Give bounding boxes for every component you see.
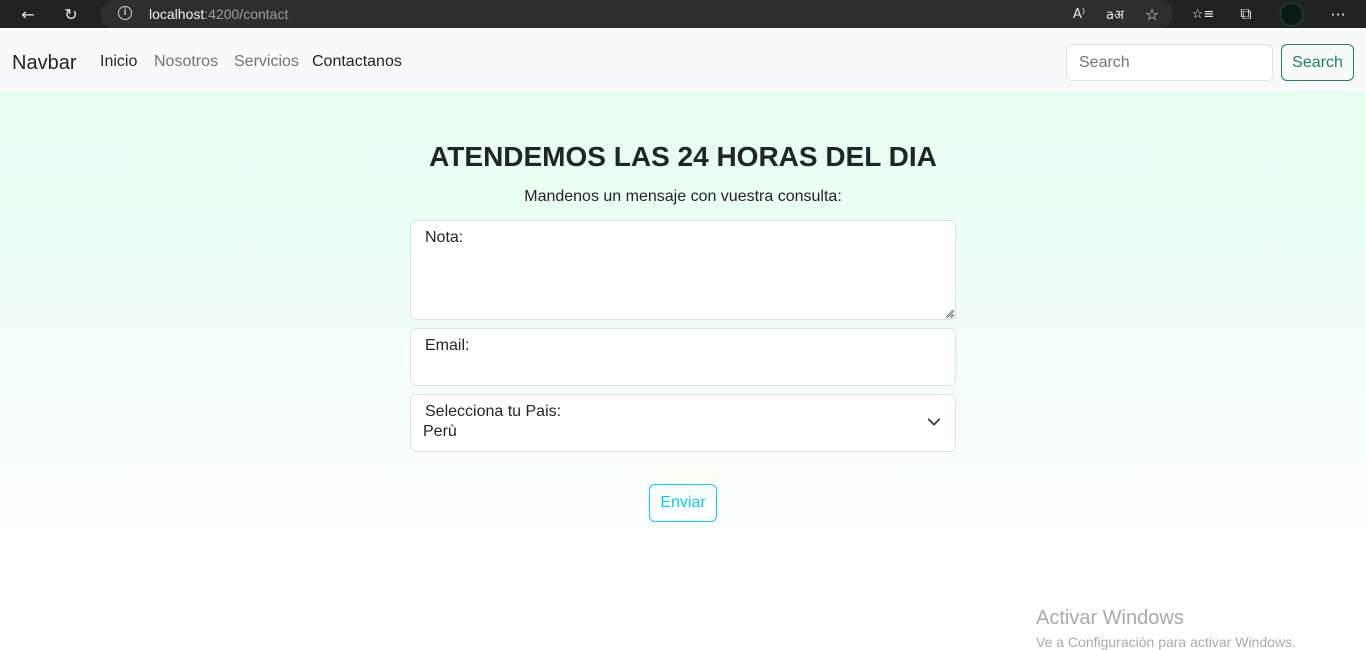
url-path: :4200/contact <box>204 6 289 22</box>
site-info-icon[interactable]: i <box>118 6 132 20</box>
add-favorite-icon[interactable]: ☆ <box>1141 3 1163 25</box>
submit-button[interactable]: Enviar <box>649 484 717 522</box>
chevron-down-icon <box>927 418 941 426</box>
browser-toolbar: ← ↻ i localhost:4200/contact A⁾ aअ ☆ ☆≡ … <box>0 0 1366 28</box>
contact-section: ATENDEMOS LAS 24 HORAS DEL DIA Mandenos … <box>0 91 1366 650</box>
email-label: Email: <box>425 337 470 354</box>
nav-link-nosotros[interactable]: Nosotros <box>154 53 218 71</box>
read-aloud-icon[interactable]: A⁾ <box>1068 3 1090 25</box>
navbar-brand[interactable]: Navbar <box>12 52 76 75</box>
page-subtitle: Mandenos un mensaje con vuestra consulta… <box>524 188 842 205</box>
watermark-subtitle: Ve a Configuración para activar Windows. <box>1036 634 1296 650</box>
collections-icon[interactable]: ⧉ <box>1235 3 1257 25</box>
nav-link-contactanos[interactable]: Contactanos <box>312 53 402 71</box>
nav-link-inicio[interactable]: Inicio <box>100 53 137 71</box>
url-text[interactable]: localhost:4200/contact <box>149 6 288 22</box>
email-field: Email: <box>410 328 956 386</box>
search-input[interactable] <box>1066 44 1273 81</box>
back-arrow-icon[interactable]: ← <box>17 3 39 25</box>
country-label: Selecciona tu Pais: <box>425 403 562 420</box>
note-textarea[interactable] <box>411 221 955 319</box>
profile-avatar[interactable] <box>1279 2 1304 27</box>
note-label: Nota: <box>425 229 464 246</box>
url-host: localhost <box>149 6 205 22</box>
country-selected-value: Perù <box>423 423 457 440</box>
windows-activation-watermark: Activar Windows Ve a Configuración para … <box>1036 607 1296 650</box>
country-select[interactable]: Selecciona tu Pais: Perù <box>410 394 956 452</box>
favorites-icon[interactable]: ☆≡ <box>1190 3 1216 25</box>
note-field: Nota: <box>410 220 956 320</box>
page-title: ATENDEMOS LAS 24 HORAS DEL DIA <box>429 141 937 172</box>
email-input[interactable] <box>411 329 955 385</box>
address-bar[interactable]: i localhost:4200/contact A⁾ aअ ☆ <box>100 0 1173 28</box>
watermark-title: Activar Windows <box>1036 607 1184 629</box>
search-button[interactable]: Search <box>1281 44 1354 81</box>
translate-icon[interactable]: aअ <box>1104 3 1126 25</box>
more-icon[interactable]: ··· <box>1326 3 1350 25</box>
nav-link-servicios[interactable]: Servicios <box>234 53 299 71</box>
refresh-icon[interactable]: ↻ <box>60 3 82 25</box>
navbar: Navbar Inicio Nosotros Servicios Contact… <box>0 28 1366 91</box>
